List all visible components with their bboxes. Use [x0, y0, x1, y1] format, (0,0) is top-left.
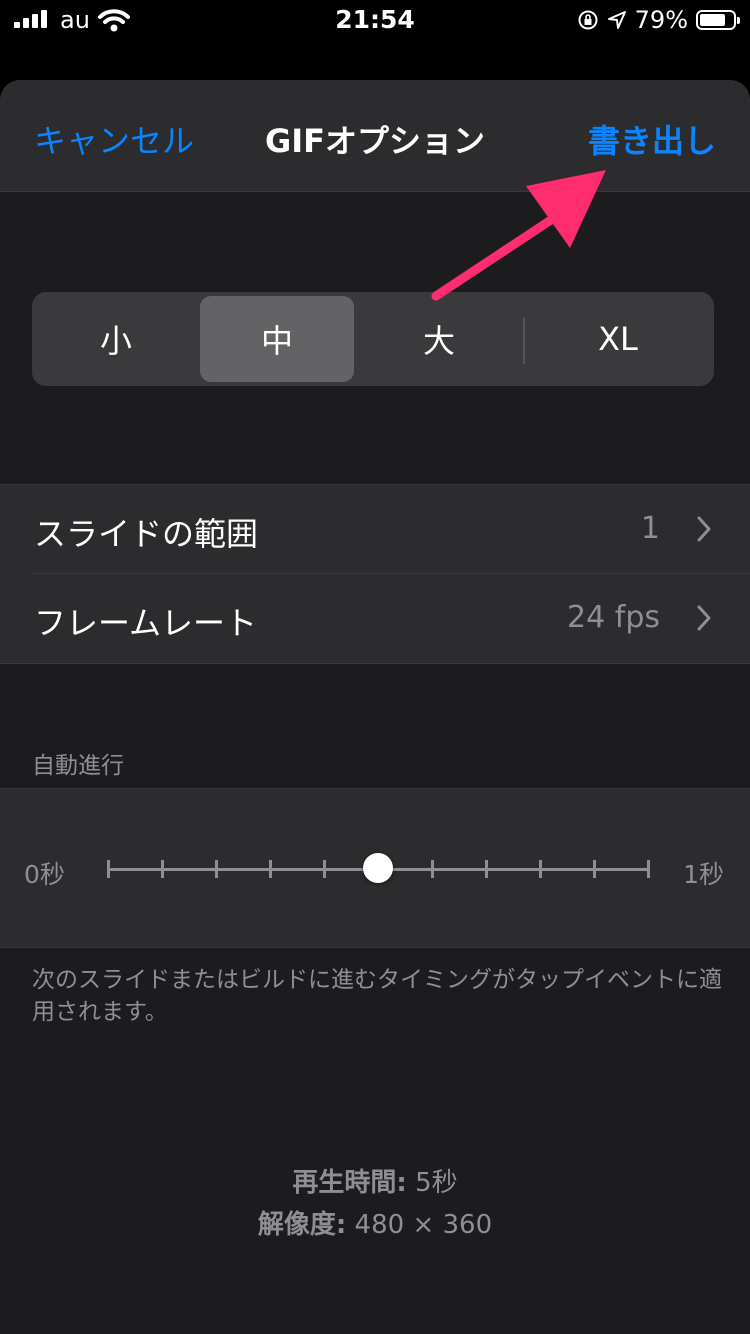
- slide-range-value: 1: [640, 511, 660, 546]
- resolution-label: 解像度:: [257, 1210, 347, 1240]
- segment-divider: [523, 318, 525, 364]
- slider-max-label: 1秒: [683, 860, 724, 889]
- battery-icon: [696, 10, 740, 30]
- slider-tick: [215, 860, 218, 878]
- slider-tick: [161, 860, 164, 878]
- slider-tick: [647, 860, 650, 878]
- slide-range-row[interactable]: スライドの範囲 1: [0, 485, 750, 574]
- battery-percent: 79%: [634, 6, 688, 34]
- chevron-right-icon: [697, 516, 711, 542]
- slider-tick: [485, 860, 488, 878]
- duration-label: 再生時間:: [292, 1168, 407, 1198]
- gif-options-sheet: キャンセル GIFオプション 書き出し 小 中 大 XL スライドの範囲 1 フ…: [0, 80, 750, 1334]
- resolution-value: 480 × 360: [354, 1210, 493, 1240]
- slider-tick: [539, 860, 542, 878]
- segment-medium[interactable]: 中: [200, 296, 354, 382]
- slide-range-label: スライドの範囲: [34, 515, 259, 553]
- rotation-lock-icon: [578, 10, 598, 30]
- segment-xl[interactable]: XL: [526, 296, 710, 382]
- nav-bar: キャンセル GIFオプション 書き出し: [0, 80, 750, 192]
- frame-rate-value: 24 fps: [567, 600, 660, 635]
- slider-tick: [431, 860, 434, 878]
- slider-tick: [269, 860, 272, 878]
- duration-value: 5秒: [415, 1168, 458, 1198]
- slider-min-label: 0秒: [24, 860, 65, 889]
- auto-advance-slider-thumb[interactable]: [363, 853, 393, 883]
- size-segmented-control: 小 中 大 XL: [32, 292, 714, 386]
- duration-info: 再生時間: 5秒: [0, 1162, 750, 1199]
- slider-tick: [107, 860, 110, 878]
- settings-group: スライドの範囲 1 フレームレート 24 fps: [0, 484, 750, 664]
- export-button[interactable]: 書き出し: [588, 116, 716, 162]
- auto-advance-panel: 0秒 1秒: [0, 788, 750, 948]
- chevron-right-icon: [697, 605, 711, 631]
- status-bar: au 21:54 79%: [0, 0, 750, 40]
- slider-tick: [323, 860, 326, 878]
- auto-advance-header: 自動進行: [32, 753, 124, 779]
- slider-tick: [593, 860, 596, 878]
- location-icon: [607, 11, 626, 29]
- auto-advance-footnote: 次のスライドまたはビルドに進むタイミングがタップイベントに適用されます。: [32, 967, 722, 1025]
- frame-rate-row[interactable]: フレームレート 24 fps: [0, 574, 750, 662]
- segment-large[interactable]: 大: [358, 296, 520, 382]
- segment-small[interactable]: 小: [36, 296, 196, 382]
- resolution-info: 解像度: 480 × 360: [0, 1204, 750, 1241]
- frame-rate-label: フレームレート: [34, 604, 258, 642]
